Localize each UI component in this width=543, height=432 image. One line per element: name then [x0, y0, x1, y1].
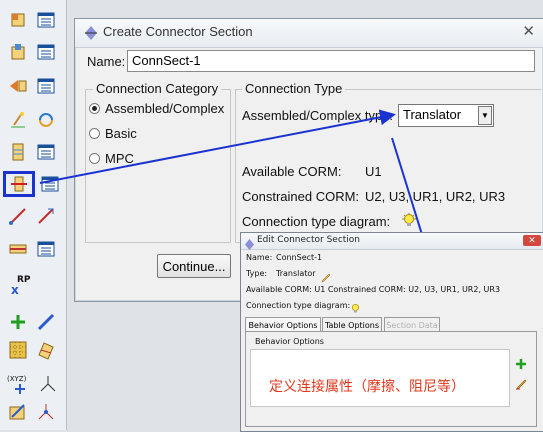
tab-table-options[interactable]: Table Options	[322, 317, 382, 332]
edit-dialog-title-bar[interactable]: Edit Connector Section ✕	[241, 233, 543, 250]
edit-name-value: ConnSect-1	[276, 253, 323, 262]
edit-diagram-label: Connection type diagram:	[246, 301, 351, 310]
edit-type-label: Type:	[246, 269, 268, 278]
connector-section-icon	[244, 235, 255, 254]
lightbulb-icon[interactable]	[350, 299, 361, 318]
edit-connector-section-dialog: Edit Connector Section ✕ Name: ConnSect-…	[240, 232, 543, 432]
edit-icon[interactable]	[515, 375, 527, 394]
arrow-to-type-dropdown	[39, 109, 396, 184]
edit-type-value: Translator	[276, 269, 316, 278]
edit-corm-line: Available CORM: U1 Constrained CORM: U2,…	[246, 285, 501, 294]
annotation-text: 定义连接属性（摩擦、阻尼等）	[269, 379, 465, 395]
behavior-options-title: Behavior Options	[255, 337, 324, 346]
tab-behavior-options[interactable]: Behavior Options	[245, 317, 321, 332]
edit-name-label: Name:	[246, 253, 273, 262]
add-icon[interactable]	[515, 355, 527, 374]
edit-dialog-title: Edit Connector Section	[257, 235, 361, 245]
close-icon[interactable]: ✕	[523, 235, 541, 246]
tab-section-data[interactable]: Section Data	[384, 317, 440, 332]
